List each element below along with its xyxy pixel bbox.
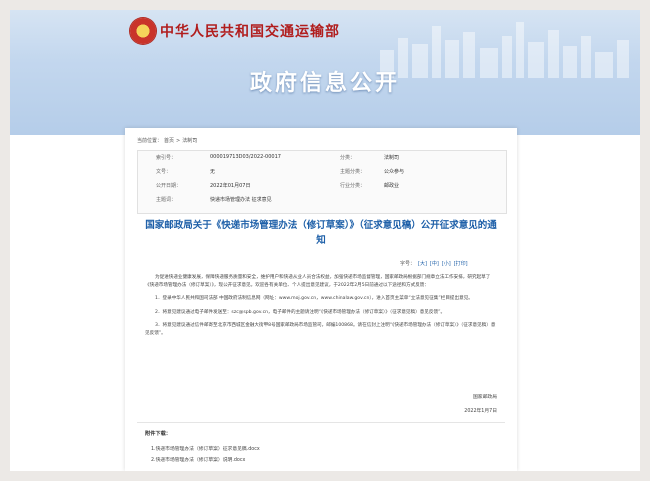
document-card: 当前位置： 首页 > 法制司 索引号： 000019713D03/2022-00017… xyxy=(125,128,517,471)
subject-value: 快递市场管理办法 征求意见 xyxy=(210,197,272,203)
document-sign-date: 2022年1月7日 xyxy=(464,409,497,414)
index-value: 000019713D03/2022-00017 xyxy=(210,154,281,160)
index-label: 索引号： xyxy=(156,155,177,161)
subject-label: 主题词： xyxy=(156,197,177,203)
document-signer: 国家邮政局 xyxy=(473,395,497,400)
breadcrumb-separator: > xyxy=(176,138,181,144)
docno-value: 无 xyxy=(210,169,216,175)
date-label: 公开日期： xyxy=(156,183,182,189)
attachments-title: 附件下载： xyxy=(145,431,171,437)
ministry-name[interactable]: 中华人民共和国交通运输部 xyxy=(160,21,340,41)
national-emblem-icon xyxy=(130,18,156,44)
category-label: 分类： xyxy=(340,155,356,161)
font-size-controls: 字号： [大] [中] [小] [打印] xyxy=(397,260,468,267)
breadcrumb-prefix: 当前位置： xyxy=(137,138,163,144)
body-paragraph: 1．登录中华人民共和国司法部 中国政府法制信息网（网址：www.moj.gov.… xyxy=(155,296,473,302)
document-meta-table: 索引号： 000019713D03/2022-00017 分类： 法制司 文号：… xyxy=(137,150,507,214)
document-body: 为促进快递业健康发展，保障快递服务质量和安全，维护用户和快递从业人员合法权益，加… xyxy=(145,274,497,343)
meta-row: 公开日期： 2022年01月07日 行业分类： 邮政业 xyxy=(138,182,506,195)
industry-label: 行业分类： xyxy=(340,183,366,189)
document-title: 国家邮政局关于《快递市场管理办法（修订草案）》（征求意见稿）公开征求意见的通知 xyxy=(145,220,497,246)
meta-row: 索引号： 000019713D03/2022-00017 分类： 法制司 xyxy=(138,154,506,167)
font-size-label: 字号： xyxy=(400,261,416,267)
header-banner: 中华人民共和国交通运输部 政府信息公开 xyxy=(10,10,640,135)
breadcrumb-home[interactable]: 首页 xyxy=(164,138,174,144)
print-link[interactable]: [打印] xyxy=(454,261,468,267)
docno-label: 文号： xyxy=(156,169,172,175)
breadcrumb: 当前位置： 首页 > 法制司 xyxy=(137,137,199,144)
font-size-small-link[interactable]: [小] xyxy=(442,261,451,267)
industry-value: 邮政业 xyxy=(384,183,400,189)
meta-row: 文号： 无 主题分类： 公众参与 xyxy=(138,168,506,181)
topic-value: 公众参与 xyxy=(384,169,405,175)
body-paragraph: 为促进快递业健康发展，保障快递服务质量和安全，维护用户和快递从业人员合法权益，加… xyxy=(145,275,491,289)
attachment-link[interactable]: 1.快递市场管理办法（修订草案）征求意见稿.docx xyxy=(151,445,260,452)
page-frame: 中华人民共和国交通运输部 政府信息公开 当前位置： 首页 > 法制司 索引号： 000… xyxy=(10,10,640,471)
divider xyxy=(137,422,505,423)
meta-row: 主题词： 快递市场管理办法 征求意见 xyxy=(138,196,506,209)
date-value: 2022年01月07日 xyxy=(210,183,251,189)
body-paragraph: 3．将意见建议通过信件邮寄至北京市西城区金融大街甲8号国家邮政局市场监管司，邮编… xyxy=(145,322,496,337)
attachment-link[interactable]: 2.快递市场管理办法（修订草案）说明.docx xyxy=(151,456,245,463)
category-value: 法制司 xyxy=(384,155,400,161)
body-paragraph: 2．将意见建议通过电子邮件发送至：szc@spb.gov.cn，电子邮件的主题请… xyxy=(155,309,446,315)
font-size-large-link[interactable]: [大] xyxy=(418,261,427,267)
font-size-medium-link[interactable]: [中] xyxy=(430,261,439,267)
banner-title: 政府信息公开 xyxy=(249,71,400,96)
topic-label: 主题分类： xyxy=(340,169,366,175)
breadcrumb-department[interactable]: 法制司 xyxy=(182,138,197,144)
